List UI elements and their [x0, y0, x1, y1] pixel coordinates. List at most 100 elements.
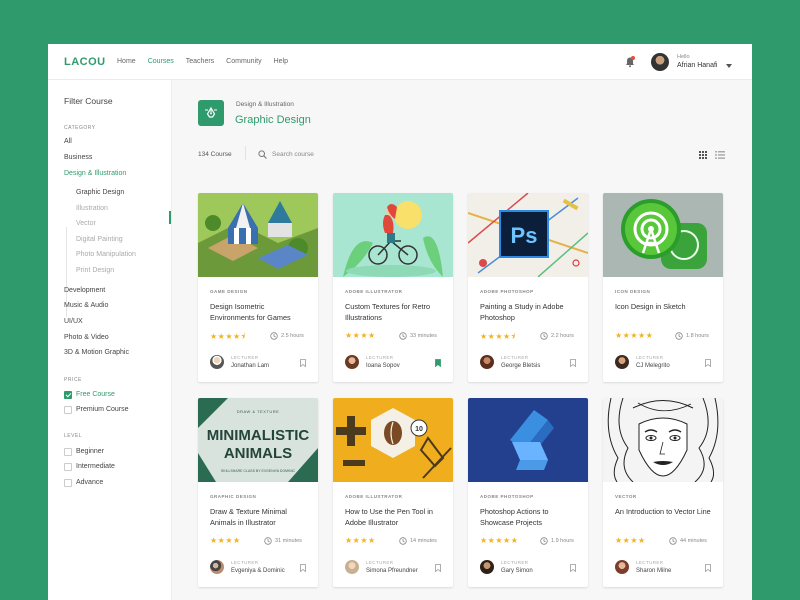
course-card[interactable]: ADOBE ILLUSTRATOR Custom Textures for Re… [333, 193, 453, 382]
subcategory-vector[interactable]: Vector [76, 220, 96, 227]
toolbar-divider [245, 146, 246, 160]
course-category: VECTOR [615, 494, 637, 499]
subcategory-photo-manipulation[interactable]: Photo Manipulation [76, 251, 136, 258]
beginner-label[interactable]: Beginner [76, 448, 104, 455]
lecturer-avatar [480, 560, 494, 574]
bookmark-icon[interactable] [435, 564, 441, 572]
pen-tool-icon [198, 100, 224, 126]
course-title[interactable]: Custom Textures for Retro Illustrations [345, 301, 445, 323]
free-course-checkbox[interactable] [64, 391, 72, 399]
nav-courses[interactable]: Courses [148, 58, 174, 65]
course-card[interactable]: ICON DESIGN Icon Design in Sketch ★★★★★ … [603, 193, 723, 382]
category-all[interactable]: All [64, 138, 72, 145]
nav-home[interactable]: Home [117, 58, 136, 65]
rating-stars: ★★★★ [615, 536, 646, 545]
nav-teachers[interactable]: Teachers [186, 58, 214, 65]
category-design-illustration[interactable]: Design & Illustration [64, 170, 126, 177]
search-icon[interactable] [258, 150, 267, 159]
course-category: ADOBE PHOTOSHOP [480, 494, 534, 499]
clock-icon [270, 332, 278, 340]
category-business[interactable]: Business [64, 154, 92, 161]
category-development[interactable]: Development [64, 287, 105, 294]
rating-stars: ★★★★⯨ [210, 332, 246, 341]
user-avatar[interactable] [651, 53, 669, 71]
lecturer-label: LECTURER [501, 560, 529, 565]
course-card[interactable]: DRAW & TEXTURE MINIMALISTIC ANIMALS SKIL… [198, 398, 318, 587]
intermediate-label[interactable]: Intermediate [76, 463, 115, 470]
premium-course-label[interactable]: Premium Course [76, 406, 129, 413]
lecturer-name[interactable]: Evgeniya & Dominic [231, 568, 285, 574]
course-duration: 31 minutes [275, 538, 302, 544]
course-title[interactable]: An Introduction to Vector Line [615, 506, 715, 517]
course-card[interactable]: GAME DESIGN Design Isometric Environment… [198, 193, 318, 382]
lecturer-name[interactable]: George Bletsis [501, 363, 540, 369]
list-view-icon[interactable] [715, 151, 725, 159]
premium-course-checkbox[interactable] [64, 406, 72, 414]
bookmark-icon[interactable] [300, 564, 306, 572]
subcategory-digital-painting[interactable]: Digital Painting [76, 236, 123, 243]
filter-title: Filter Course [64, 96, 113, 106]
subcategory-graphic-design[interactable]: Graphic Design [76, 189, 124, 196]
nav-community[interactable]: Community [226, 58, 261, 65]
advance-label[interactable]: Advance [76, 479, 103, 486]
lecturer-label: LECTURER [636, 355, 664, 360]
course-category: GRAPHIC DESIGN [210, 494, 257, 499]
course-card[interactable]: 10 ADOBE ILLUSTRATOR How to Use the Pen … [333, 398, 453, 587]
grid-view-icon[interactable] [699, 151, 707, 159]
free-course-label[interactable]: Free Course [76, 391, 115, 398]
app-logo[interactable]: LACOU [64, 56, 106, 68]
category-ui-ux[interactable]: UI/UX [64, 318, 83, 325]
course-title[interactable]: Photoshop Actions to Showcase Projects [480, 506, 580, 528]
clock-icon [675, 332, 683, 340]
category-3d-motion[interactable]: 3D & Motion Graphic [64, 349, 129, 356]
course-duration: 1.9 hours [551, 538, 574, 544]
breadcrumb[interactable]: Design & Illustration [236, 101, 294, 108]
bookmark-icon[interactable] [705, 359, 711, 367]
lecturer-name[interactable]: Simona Pfreundner [366, 568, 418, 574]
lecturer-avatar [615, 560, 629, 574]
greeting-text: Hello [677, 54, 690, 60]
bookmark-icon-active[interactable] [435, 359, 441, 367]
level-section-label: LEVEL [64, 433, 83, 439]
bookmark-icon[interactable] [570, 359, 576, 367]
lecturer-name[interactable]: CJ Melegrito [636, 363, 670, 369]
bookmark-icon[interactable] [570, 564, 576, 572]
lecturer-name[interactable]: Sharon Milne [636, 568, 671, 574]
thumbnail-title-line1: MINIMALISTIC [207, 427, 310, 444]
advance-checkbox[interactable] [64, 479, 72, 487]
filter-sidebar: Filter Course CATEGORY All Business Desi… [48, 80, 172, 600]
lecturer-name[interactable]: Ioana Sopov [366, 363, 400, 369]
category-music-audio[interactable]: Music & Audio [64, 302, 108, 309]
course-title[interactable]: Icon Design in Sketch [615, 301, 715, 312]
course-title[interactable]: Draw & Texture Minimal Animals in Illust… [210, 506, 310, 528]
course-card[interactable]: Ps ADOBE PHOTOSHOP Painting a Study in A… [468, 193, 588, 382]
intermediate-checkbox[interactable] [64, 463, 72, 471]
course-count: 134 Course [198, 151, 232, 158]
beginner-checkbox[interactable] [64, 448, 72, 456]
category-photo-video[interactable]: Photo & Video [64, 334, 109, 341]
bookmark-icon[interactable] [705, 564, 711, 572]
lecturer-name[interactable]: Jonathan Lam [231, 363, 269, 369]
bookmark-icon[interactable] [300, 359, 306, 367]
rating-stars: ★★★★★ [615, 331, 654, 340]
course-title[interactable]: How to Use the Pen Tool in Adobe Illustr… [345, 506, 445, 528]
rating-stars: ★★★★ [345, 331, 376, 340]
active-category-indicator [169, 211, 171, 224]
course-card[interactable]: ADOBE PHOTOSHOP Photoshop Actions to Sho… [468, 398, 588, 587]
course-title[interactable]: Design Isometric Environments for Games [210, 301, 310, 323]
subcategory-illustration[interactable]: Illustration [76, 205, 108, 212]
subcategory-print-design[interactable]: Print Design [76, 267, 114, 274]
rating-stars: ★★★★ [345, 536, 376, 545]
chevron-down-icon[interactable] [726, 64, 732, 68]
clock-icon [264, 537, 272, 545]
nav-help[interactable]: Help [274, 58, 288, 65]
course-card[interactable]: VECTOR An Introduction to Vector Line ★★… [603, 398, 723, 587]
search-input[interactable] [272, 147, 392, 161]
lecturer-name[interactable]: Gary Simon [501, 568, 533, 574]
lecturer-avatar [345, 560, 359, 574]
notification-dot [631, 56, 635, 60]
user-name[interactable]: Afrian Hanafi [677, 62, 717, 69]
main-content: Design & Illustration Graphic Design 134… [172, 80, 752, 600]
course-title[interactable]: Painting a Study in Adobe Photoshop [480, 301, 580, 323]
photoshop-logo: Ps [511, 223, 538, 248]
